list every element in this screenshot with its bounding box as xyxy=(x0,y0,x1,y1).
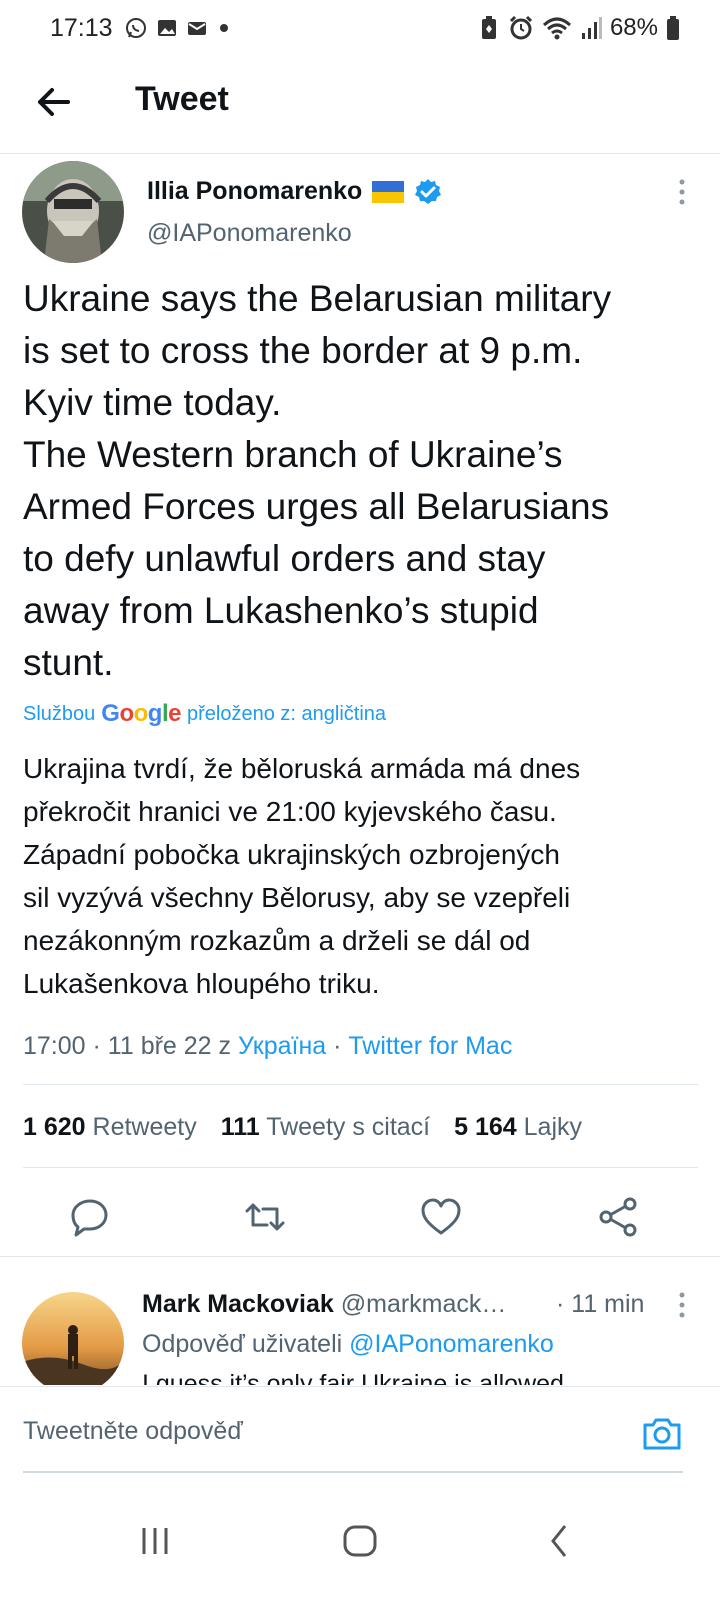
meta-separator: · xyxy=(333,1032,342,1060)
status-left-icons xyxy=(124,16,232,40)
author-name-text: Illia Ponomarenko xyxy=(147,177,363,205)
battery-icon xyxy=(667,16,679,40)
page-title: Tweet xyxy=(135,80,229,118)
gallery-icon xyxy=(158,20,176,36)
camera-icon[interactable] xyxy=(642,1415,682,1451)
recent-apps-icon[interactable] xyxy=(130,1516,180,1566)
divider xyxy=(23,1167,698,1168)
divider xyxy=(23,1084,698,1085)
translation-suffix: přeloženo z: angličtina xyxy=(187,702,387,725)
author-handle[interactable]: @IAPonomarenko xyxy=(147,219,352,248)
wifi-icon xyxy=(542,17,571,40)
dot-icon xyxy=(220,24,228,32)
more-options-icon[interactable] xyxy=(672,177,692,207)
whatsapp-icon xyxy=(126,18,146,38)
tweet-source-link[interactable]: Twitter for Mac xyxy=(348,1032,512,1060)
author-name[interactable]: Illia Ponomarenko xyxy=(147,177,442,206)
reply-author-avatar[interactable] xyxy=(22,1292,124,1385)
retweets-label: Retweety xyxy=(92,1113,197,1141)
retweets-count: 1 620 xyxy=(23,1113,86,1141)
translated-text: Ukrajina tvrdí, že běloruská armáda má d… xyxy=(23,753,581,999)
verified-badge-icon xyxy=(415,178,442,204)
from-word: z xyxy=(218,1032,232,1060)
tweet-stats: 1 620 Retweety 111 Tweety s citací 5 164… xyxy=(23,1113,582,1142)
reply-tweet[interactable]: Mark Mackoviak @markmack… · 11 min Odpov… xyxy=(0,1280,720,1385)
battery-saver-icon xyxy=(481,16,496,39)
google-logo: Google xyxy=(101,700,181,727)
back-nav-icon[interactable] xyxy=(535,1516,585,1566)
translation-prefix: Službou xyxy=(23,702,96,725)
tweet-text: Ukraine says the Belarusian military is … xyxy=(23,278,612,683)
reply-to-label: Odpověď uživateli xyxy=(142,1330,343,1358)
likes-stat[interactable]: 5 164 Lajky xyxy=(454,1113,582,1142)
reply-header: Mark Mackoviak @markmack… xyxy=(142,1290,506,1319)
status-time: 17:13 xyxy=(50,14,113,42)
translation-attribution[interactable]: Službou Google přeloženo z: angličtina xyxy=(23,700,386,728)
mail-icon xyxy=(188,22,206,35)
reply-author-handle[interactable]: @markmack… xyxy=(341,1290,507,1318)
reply-text: I guess it’s only fair Ukraine is allowe… xyxy=(142,1370,564,1385)
top-app-bar: Tweet xyxy=(0,60,720,154)
section-divider xyxy=(0,1256,720,1257)
reply-input[interactable]: Tweetněte odpověď xyxy=(23,1417,243,1446)
likes-label: Lajky xyxy=(523,1113,583,1141)
meta-separator: · xyxy=(92,1032,101,1060)
retweets-stat[interactable]: 1 620 Retweety xyxy=(23,1113,197,1142)
tweet-time: 17:00 xyxy=(23,1032,86,1060)
likes-count: 5 164 xyxy=(454,1113,517,1141)
tweet-actions xyxy=(0,1195,720,1255)
alarm-icon xyxy=(509,15,533,40)
retweet-icon[interactable] xyxy=(243,1195,287,1239)
arrow-left-icon[interactable] xyxy=(34,82,74,122)
signal-icon xyxy=(581,17,602,39)
reply-icon[interactable] xyxy=(68,1195,112,1239)
battery-percentage: 68% xyxy=(609,14,658,41)
quotes-label: Tweety s citací xyxy=(266,1113,431,1141)
reply-compose-bar: Tweetněte odpověď xyxy=(0,1386,720,1476)
system-navigation-bar xyxy=(0,1480,720,1600)
home-icon[interactable] xyxy=(335,1516,385,1566)
tweet-location-link[interactable]: Україна xyxy=(238,1032,326,1060)
quotes-stat[interactable]: 111 Tweety s citací xyxy=(221,1113,430,1142)
tweet-date: 11 bře 22 xyxy=(107,1032,212,1060)
status-bar: 17:13 68% xyxy=(0,0,720,60)
reply-more-options-icon[interactable] xyxy=(672,1290,692,1320)
ukraine-flag-icon xyxy=(372,180,405,203)
tweet-meta: 17:00 · 11 bře 22 z Україна · Twitter fo… xyxy=(23,1032,512,1061)
reply-author-name[interactable]: Mark Mackoviak xyxy=(142,1290,334,1318)
author-avatar[interactable] xyxy=(22,161,124,263)
reply-to-handle-link[interactable]: @IAPonomarenko xyxy=(349,1330,554,1358)
status-right-icons: 68% xyxy=(478,14,680,42)
input-underline xyxy=(23,1471,683,1473)
reply-time: · 11 min xyxy=(556,1290,645,1318)
share-icon[interactable] xyxy=(596,1195,640,1239)
reply-to-line: Odpověď uživateli @IAPonomarenko xyxy=(142,1330,554,1359)
quotes-count: 111 xyxy=(220,1113,260,1141)
like-icon[interactable] xyxy=(419,1195,463,1239)
